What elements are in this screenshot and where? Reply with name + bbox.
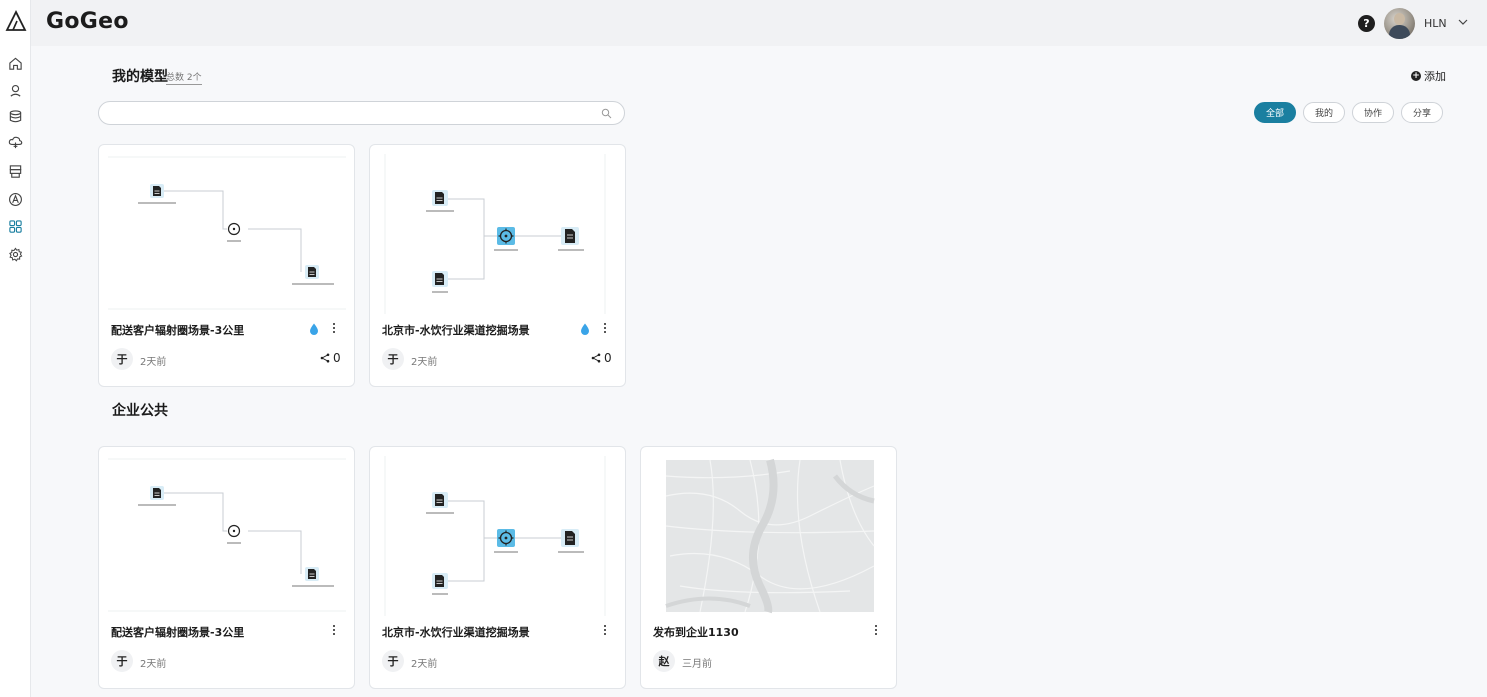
water-drop-icon xyxy=(581,323,589,335)
sidebar-item-settings[interactable] xyxy=(0,243,31,265)
updated-time: 2天前 xyxy=(140,357,167,368)
card-title[interactable]: 北京市-水饮行业渠道挖掘场景 xyxy=(382,322,530,338)
card-title[interactable]: 配送客户辐射圈场景-3公里 xyxy=(111,624,244,640)
owner-avatar: 于 xyxy=(111,650,133,672)
map-thumbnail xyxy=(650,456,888,616)
share-count[interactable]: 0 xyxy=(320,351,341,365)
chevron-down-icon[interactable] xyxy=(1457,16,1469,28)
flow-thumbnail xyxy=(379,456,617,616)
gogeo-logo-icon[interactable] xyxy=(4,9,28,33)
add-model-button[interactable]: + 添加 xyxy=(1411,68,1446,84)
model-card[interactable]: 北京市-水饮行业渠道挖掘场景 于 2天前 xyxy=(369,446,626,689)
filter-shared[interactable]: 分享 xyxy=(1401,102,1444,123)
sidebar-item-home[interactable] xyxy=(0,52,31,74)
search-box[interactable] xyxy=(98,101,625,125)
more-options-icon[interactable] xyxy=(330,623,338,637)
owner-avatar: 于 xyxy=(111,348,133,370)
database-icon xyxy=(9,109,22,122)
more-options-icon[interactable] xyxy=(601,321,609,335)
owner-avatar: 于 xyxy=(382,348,404,370)
home-icon xyxy=(9,57,22,70)
sidebar-item-location[interactable] xyxy=(0,79,31,101)
model-count-link[interactable]: 总数 2个 xyxy=(166,70,202,85)
section-title-enterprise: 企业公共 xyxy=(112,403,168,419)
model-card[interactable]: 配送客户辐射圈场景-3公里 于 2天前 xyxy=(98,446,355,689)
owner-avatar: 赵 xyxy=(653,650,675,672)
filter-chips: 全部 我的 协作 分享 xyxy=(1254,102,1444,123)
more-options-icon[interactable] xyxy=(330,321,338,335)
owner-avatar: 于 xyxy=(382,650,404,672)
more-options-icon[interactable] xyxy=(601,623,609,637)
search-input[interactable] xyxy=(111,102,591,125)
search-icon[interactable] xyxy=(601,108,612,119)
model-card[interactable]: 发布到企业1130 赵 三月前 xyxy=(640,446,897,689)
updated-time: 2天前 xyxy=(140,659,167,670)
sidebar-item-data[interactable] xyxy=(0,105,31,127)
sidebar-item-models[interactable] xyxy=(0,215,31,237)
sidebar xyxy=(0,0,31,697)
sidebar-item-explore[interactable] xyxy=(0,188,31,210)
sidebar-item-layers[interactable] xyxy=(0,160,31,182)
plus-circle-icon: + xyxy=(1411,71,1421,81)
water-drop-icon xyxy=(310,323,318,335)
add-label: 添加 xyxy=(1424,70,1446,83)
share-count[interactable]: 0 xyxy=(591,351,612,365)
updated-time: 2天前 xyxy=(411,659,438,670)
updated-time: 2天前 xyxy=(411,357,438,368)
app-brand[interactable]: GoGeo xyxy=(46,9,129,34)
username[interactable]: HLN xyxy=(1424,17,1447,30)
top-header: GoGeo ? HLN xyxy=(31,0,1487,46)
filter-mine[interactable]: 我的 xyxy=(1303,102,1346,123)
grid-apps-icon xyxy=(9,219,22,233)
sidebar-item-cloud[interactable] xyxy=(0,131,31,153)
filter-all[interactable]: 全部 xyxy=(1254,102,1297,123)
share-count-value: 0 xyxy=(604,351,612,365)
card-title[interactable]: 北京市-水饮行业渠道挖掘场景 xyxy=(382,624,530,640)
card-title[interactable]: 配送客户辐射圈场景-3公里 xyxy=(111,322,244,338)
share-icon xyxy=(591,353,601,363)
flow-thumbnail xyxy=(108,456,346,616)
share-count-value: 0 xyxy=(333,351,341,365)
share-icon xyxy=(320,353,330,363)
model-card[interactable]: 北京市-水饮行业渠道挖掘场景 于 2天前 0 xyxy=(369,144,626,387)
filter-collab[interactable]: 协作 xyxy=(1352,102,1395,123)
more-options-icon[interactable] xyxy=(872,623,880,637)
avatar[interactable] xyxy=(1384,8,1415,39)
layers-stack-icon xyxy=(9,164,22,178)
settings-gear-icon xyxy=(9,247,23,262)
flow-thumbnail xyxy=(379,154,617,314)
flow-thumbnail xyxy=(108,154,346,314)
card-title[interactable]: 发布到企业1130 xyxy=(653,624,739,640)
cloud-upload-icon xyxy=(8,136,23,148)
updated-time: 三月前 xyxy=(682,659,712,670)
map-pin-icon xyxy=(10,84,21,97)
compass-icon xyxy=(9,192,22,206)
section-title-my-models: 我的模型 xyxy=(112,69,168,85)
help-icon[interactable]: ? xyxy=(1358,15,1375,32)
model-card[interactable]: 配送客户辐射圈场景-3公里 于 2天前 0 xyxy=(98,144,355,387)
